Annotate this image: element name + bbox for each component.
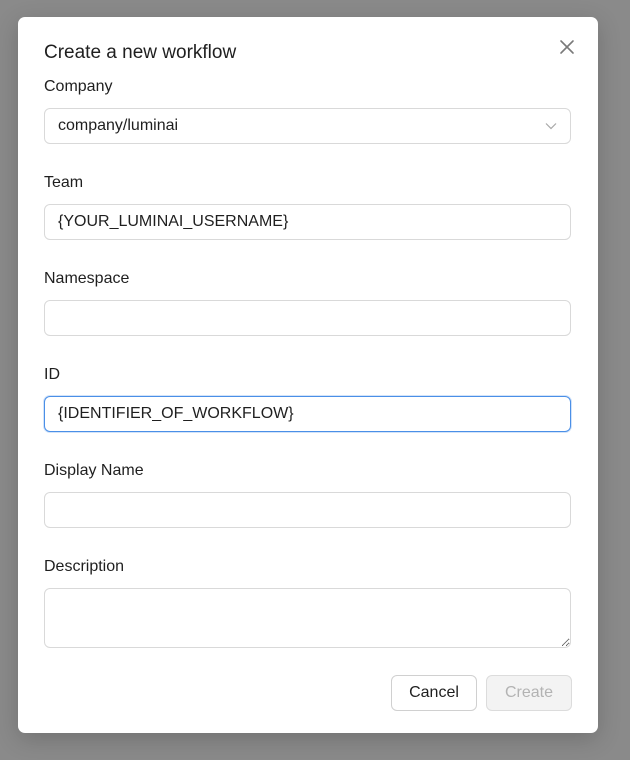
create-workflow-dialog: Create a new workflow Company company/lu…: [18, 17, 598, 733]
description-label: Description: [44, 558, 125, 575]
namespace-input[interactable]: [44, 300, 571, 336]
company-select-value: company/luminai: [58, 117, 179, 134]
id-label: ID: [44, 366, 60, 383]
namespace-label: Namespace: [44, 270, 130, 287]
close-icon: [560, 40, 574, 54]
company-label: Company: [44, 78, 113, 95]
cancel-button[interactable]: Cancel: [391, 675, 477, 711]
close-button[interactable]: [558, 38, 576, 56]
display-name-input[interactable]: [44, 492, 571, 528]
chevron-down-icon: [545, 123, 557, 130]
company-select[interactable]: company/luminai: [44, 108, 571, 144]
display-name-label: Display Name: [44, 462, 144, 479]
dialog-title: Create a new workflow: [44, 42, 237, 63]
description-textarea[interactable]: [44, 588, 571, 648]
id-input[interactable]: [44, 396, 571, 432]
team-label: Team: [44, 174, 84, 191]
create-button[interactable]: Create: [486, 675, 572, 711]
team-input[interactable]: [44, 204, 571, 240]
